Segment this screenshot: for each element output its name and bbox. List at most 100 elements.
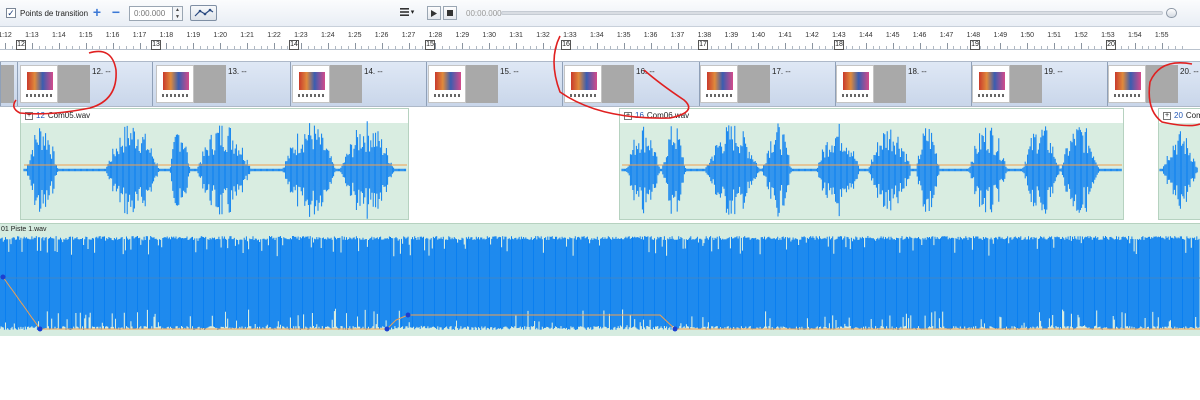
time-input[interactable]: 0:00.000: [129, 5, 173, 21]
slide-marker-16[interactable]: 16: [561, 40, 571, 50]
audio-clip-com05[interactable]: + 12 Com05.wav: [20, 108, 409, 220]
ruler-tick: [112, 43, 114, 49]
ruler-tick: [247, 43, 249, 49]
position-slider-track[interactable]: [501, 11, 1163, 15]
position-slider-knob[interactable]: [1166, 8, 1177, 18]
slide-item[interactable]: 20. --: [1108, 62, 1200, 106]
ruler-minor-tick: [522, 46, 524, 49]
ruler-tick: [1161, 43, 1163, 49]
ruler-time-label: 1:30: [482, 32, 496, 39]
ruler-time-label: 1:29: [455, 32, 470, 39]
ruler-tick: [462, 43, 464, 49]
ruler-minor-tick: [1175, 46, 1177, 49]
slide-divider: [426, 62, 427, 106]
ruler-minor-tick: [926, 46, 928, 49]
ruler-tick: [274, 43, 275, 49]
ruler-minor-tick: [764, 46, 766, 49]
ruler-time-label: 1:33: [563, 32, 577, 39]
ruler-tick: [381, 43, 383, 49]
ruler-time-label: 1:25: [347, 32, 362, 39]
position-time: 00:00.000: [466, 8, 502, 18]
ruler-minor-tick: [791, 46, 793, 49]
ruler-time-label: 1:21: [240, 32, 254, 39]
ruler-minor-tick: [906, 46, 908, 49]
transition-points-checkbox[interactable]: ✓: [6, 8, 16, 18]
ruler-minor-tick: [576, 46, 578, 49]
ruler-minor-tick: [455, 46, 457, 49]
transition-points-toggle[interactable]: ✓ Points de transition: [6, 4, 88, 22]
track-file-name: 01 Piste 1.wav: [1, 226, 47, 233]
slide-marker-19[interactable]: 19: [970, 40, 980, 50]
play-button[interactable]: [427, 4, 441, 22]
slide-marker-12[interactable]: 12: [16, 40, 26, 50]
slide-item[interactable]: 18. --: [836, 62, 968, 106]
slide-thumbnail: [428, 65, 466, 103]
slide-item[interactable]: 19. --: [972, 62, 1104, 106]
ruler-minor-tick: [321, 46, 323, 49]
slide-marker-13[interactable]: 13: [151, 40, 161, 50]
audio-clip-com06[interactable]: + 16 Com06.wav: [619, 108, 1124, 220]
ruler-minor-tick: [52, 46, 54, 49]
ruler-time-label: 1:49: [993, 32, 1008, 39]
ruler-minor-tick: [885, 46, 887, 49]
ruler-minor-tick: [132, 46, 134, 49]
time-stepper[interactable]: 0:00.000 ▲ ▼: [129, 4, 183, 22]
ruler-time-label: 1:24: [320, 32, 335, 39]
ruler-minor-tick: [738, 46, 740, 49]
ruler-tick: [919, 43, 921, 49]
list-menu-button[interactable]: ▾: [396, 4, 418, 20]
slide-item[interactable]: 14. --: [292, 62, 424, 106]
slide-item[interactable]: 12. --: [20, 62, 152, 106]
slide-item[interactable]: 17. --: [700, 62, 832, 106]
slide-item[interactable]: 13. --: [156, 62, 288, 106]
ruler-tick: [596, 43, 598, 49]
time-spin-buttons[interactable]: ▲ ▼: [173, 5, 183, 21]
add-point-button[interactable]: +: [89, 4, 105, 20]
ruler-time-label: 1:18: [159, 32, 174, 39]
ruler-time-label: 1:41: [778, 32, 792, 39]
ruler-time-label: 1:55: [1154, 32, 1169, 39]
ruler-minor-tick: [495, 46, 497, 49]
expand-icon[interactable]: +: [624, 111, 632, 120]
slide-thumbnail: [972, 65, 1010, 103]
slide-item[interactable]: 15. --: [428, 62, 560, 106]
background-audio-track[interactable]: 01 Piste 1.wav: [0, 223, 1200, 336]
curve-mode-button[interactable]: [190, 4, 217, 22]
slide-marker-15[interactable]: 15: [425, 40, 435, 50]
stop-button[interactable]: [443, 4, 457, 22]
ruler-tick: [1134, 43, 1136, 49]
slide-label: 13. --: [228, 67, 247, 76]
ruler-time-label: 1:52: [1074, 32, 1088, 39]
spin-up-icon[interactable]: ▲: [173, 7, 182, 14]
ruler-minor-tick: [11, 46, 13, 49]
expand-icon[interactable]: +: [25, 111, 33, 120]
ruler-time-label: 1:45: [885, 32, 900, 39]
clip-title: + 16 Com06.wav: [624, 111, 689, 120]
clip-title: + 12 Com05.wav: [25, 111, 90, 120]
remove-point-button[interactable]: −: [108, 4, 124, 20]
ruler-minor-tick: [126, 46, 128, 49]
spin-down-icon[interactable]: ▼: [173, 14, 182, 21]
slide-marker-17[interactable]: 17: [698, 40, 708, 50]
time-ruler[interactable]: 1:12 1:13 1:14 1:15 1:16 1:17 1:18 1:19 1:20 1:21…: [0, 27, 1200, 50]
ruler-minor-tick: [1148, 46, 1150, 49]
play-icon: [431, 9, 437, 17]
ruler-tick: [1081, 43, 1082, 49]
expand-icon[interactable]: +: [1163, 111, 1171, 120]
slide-marker-14[interactable]: 14: [289, 40, 299, 50]
slide-marker-20[interactable]: 20: [1106, 40, 1116, 50]
chevron-down-icon: ▾: [410, 9, 415, 16]
slide-item[interactable]: 16. --: [564, 62, 696, 106]
ruler-time-label: 1:51: [1047, 32, 1061, 39]
ruler-minor-tick: [307, 46, 309, 49]
ruler-time-label: 1:43: [832, 32, 846, 39]
ruler-time-label: 1:12: [0, 32, 12, 39]
ruler-tick: [300, 43, 302, 49]
ruler-minor-tick: [442, 46, 444, 49]
slide-marker-18[interactable]: 18: [834, 40, 844, 50]
minus-icon: −: [111, 4, 121, 20]
audio-clip-com07[interactable]: + 20 Com07.wav: [1158, 108, 1200, 220]
slide-thumbnail: [700, 65, 738, 103]
ruler-minor-tick: [1040, 46, 1042, 49]
ruler-time-label: 1:14: [51, 32, 66, 39]
